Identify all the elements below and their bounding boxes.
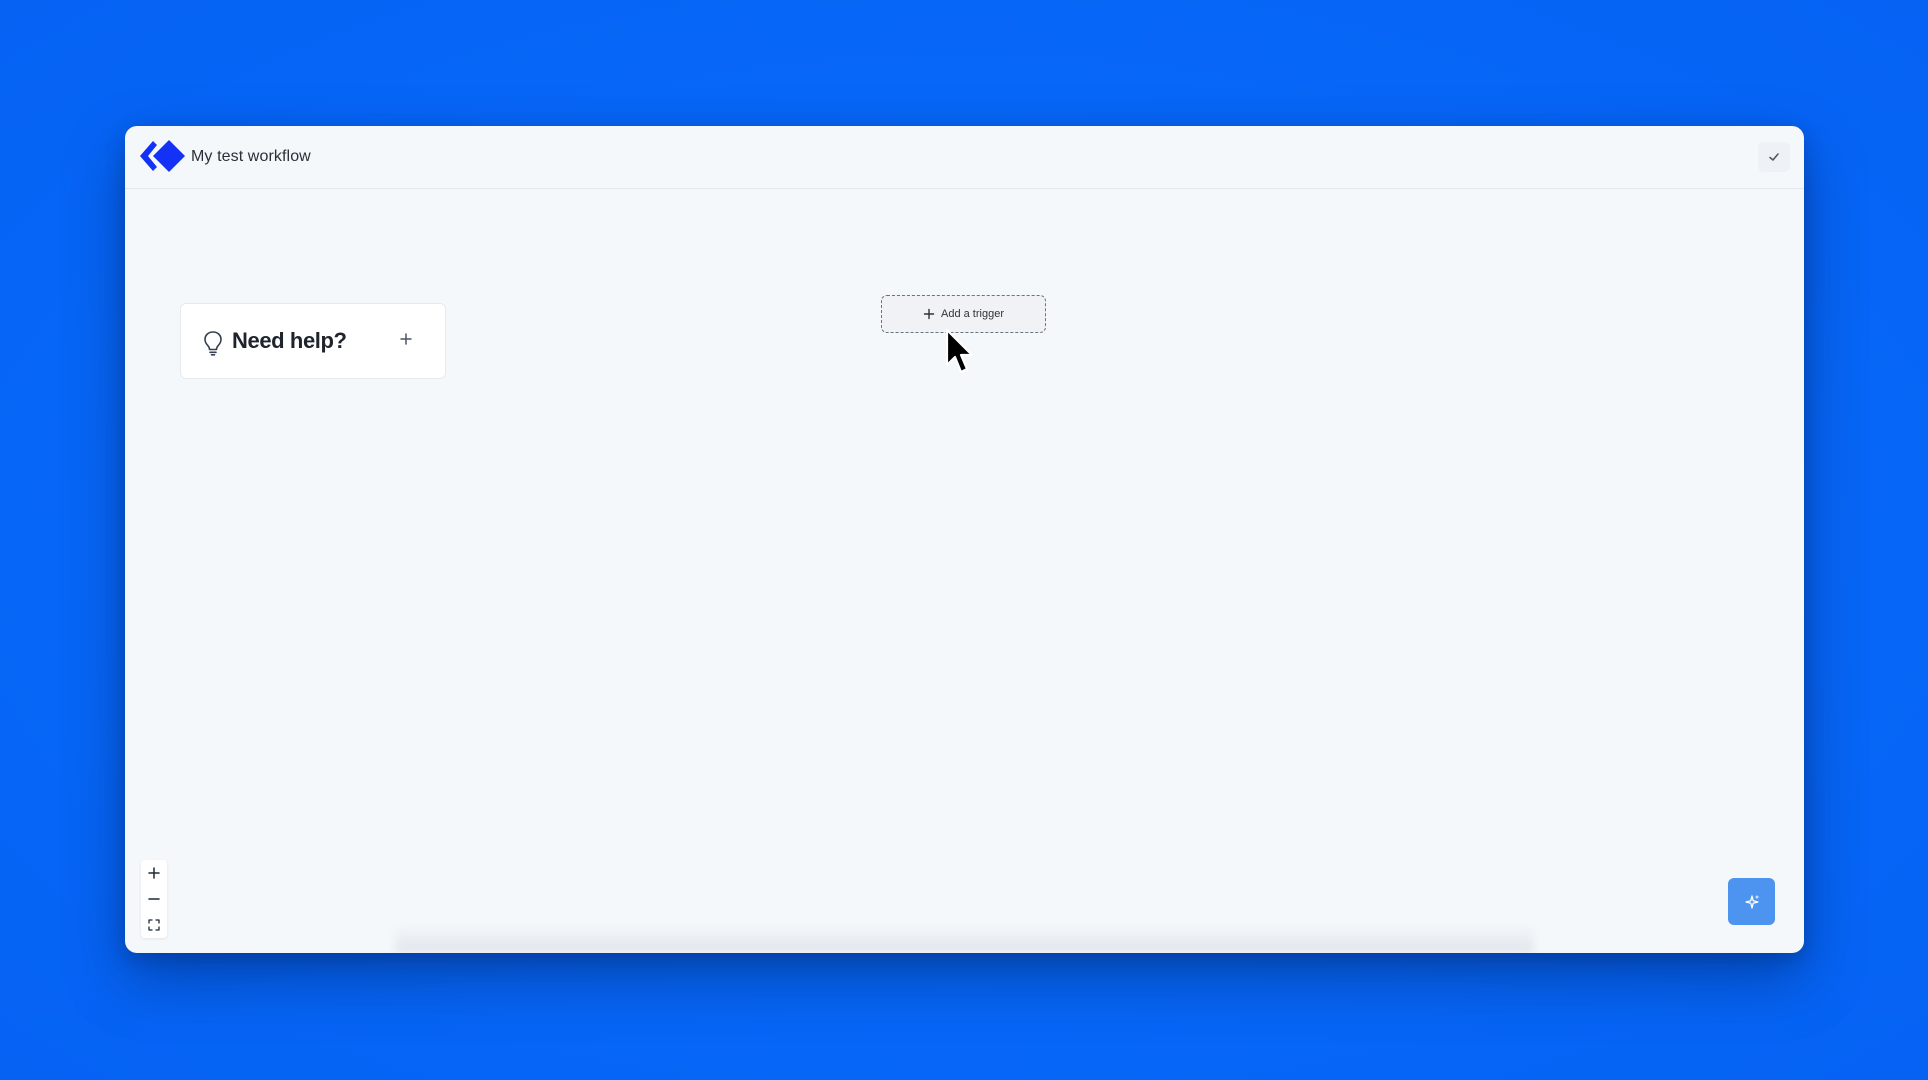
workflow-title[interactable]: My test workflow <box>191 148 311 166</box>
sparkle-icon <box>1744 894 1759 909</box>
lightbulb-icon <box>204 331 222 356</box>
plus-icon <box>923 308 935 320</box>
header-bar: My test workflow <box>125 126 1804 189</box>
plus-icon[interactable] <box>399 332 413 346</box>
ai-assistant-button[interactable] <box>1728 878 1775 925</box>
zoom-controls <box>141 860 167 938</box>
add-trigger-button[interactable]: Add a trigger <box>881 295 1046 333</box>
need-help-title: Need help? <box>232 328 347 353</box>
check-icon <box>1769 153 1779 161</box>
mouse-cursor-icon <box>945 328 974 374</box>
plus-icon <box>148 867 160 879</box>
canvas-bottom-shadow <box>395 925 1534 953</box>
minus-icon <box>148 898 160 900</box>
fit-view-button[interactable] <box>141 912 167 938</box>
app-logo[interactable] <box>140 139 186 173</box>
zoom-in-button[interactable] <box>141 860 167 886</box>
need-help-card[interactable]: Need help? <box>180 303 446 379</box>
zoom-out-button[interactable] <box>141 886 167 912</box>
desktop-background: My test workflow Need help? Add a trigge… <box>0 0 1928 1080</box>
fit-view-icon <box>148 919 160 931</box>
app-window: My test workflow Need help? Add a trigge… <box>125 126 1804 953</box>
save-status-button[interactable] <box>1758 142 1790 172</box>
add-trigger-label: Add a trigger <box>941 308 1004 320</box>
